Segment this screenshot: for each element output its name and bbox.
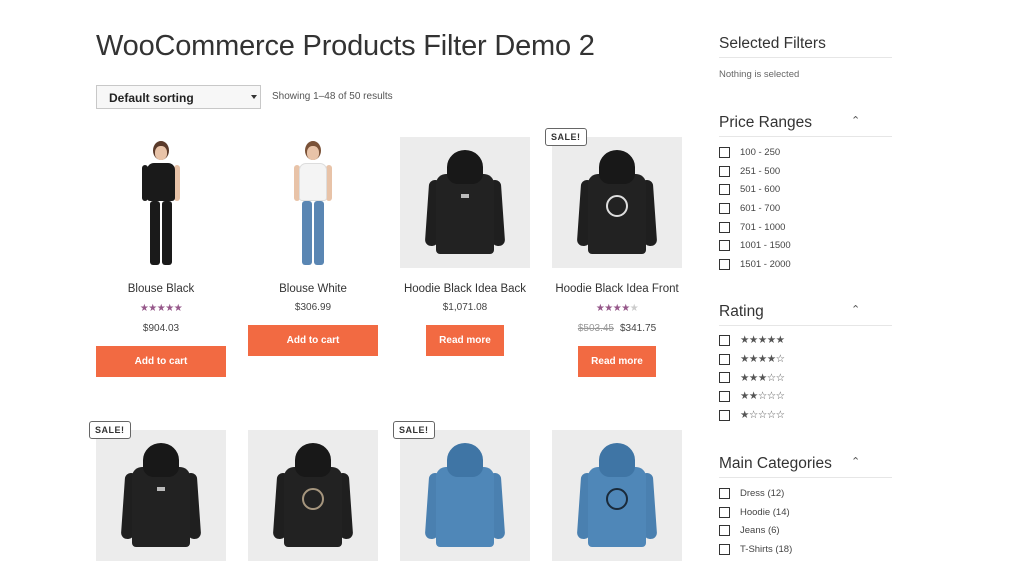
checkbox[interactable] bbox=[719, 353, 730, 365]
star-rating: ★★☆☆☆ bbox=[740, 390, 785, 403]
filter-option[interactable]: 1501 - 2000 bbox=[719, 255, 791, 274]
divider bbox=[719, 477, 892, 478]
model-photo bbox=[293, 141, 333, 268]
checkbox[interactable] bbox=[719, 409, 730, 421]
checkbox[interactable] bbox=[719, 165, 730, 177]
filter-option[interactable]: 100 - 250 bbox=[719, 143, 791, 162]
product-image[interactable] bbox=[552, 137, 682, 268]
old-price: $503.45 bbox=[577, 323, 614, 334]
result-count: Showing 1–48 of 50 results bbox=[272, 91, 393, 102]
product-card: SALE! Hoodie Black Idea Front ★★★★★ $503… bbox=[545, 128, 682, 377]
product-card bbox=[248, 430, 378, 561]
hoodie-photo bbox=[272, 443, 354, 553]
product-card: Blouse White $306.99 Add to cart bbox=[248, 137, 378, 356]
product-card bbox=[552, 430, 682, 561]
filter-option[interactable]: 251 - 500 bbox=[719, 162, 791, 181]
product-title[interactable]: Blouse White bbox=[248, 283, 378, 295]
rating-title: Rating bbox=[719, 303, 764, 320]
product-title[interactable]: Blouse Black bbox=[96, 283, 226, 295]
product-image[interactable] bbox=[400, 430, 530, 561]
caret-down-icon bbox=[251, 95, 257, 99]
hoodie-photo bbox=[424, 443, 506, 553]
checkbox[interactable] bbox=[719, 258, 730, 270]
selected-filters-empty: Nothing is selected bbox=[719, 69, 800, 80]
checkbox[interactable] bbox=[719, 221, 730, 233]
checkbox[interactable] bbox=[719, 390, 730, 402]
add-to-cart-button[interactable]: Add to cart bbox=[96, 346, 226, 377]
product-image[interactable] bbox=[96, 430, 226, 561]
product-price: $503.45 $341.75 bbox=[577, 323, 657, 334]
checkbox[interactable] bbox=[719, 202, 730, 214]
product-price: $306.99 bbox=[294, 302, 332, 313]
filter-option[interactable]: ★★★★★ bbox=[719, 331, 785, 350]
star-rating: ★★★★★ bbox=[595, 303, 639, 314]
filter-option[interactable]: 701 - 1000 bbox=[719, 218, 791, 237]
checkbox[interactable] bbox=[719, 334, 730, 346]
product-price: $1,071.08 bbox=[442, 302, 488, 313]
product-image[interactable] bbox=[248, 137, 378, 268]
checkbox[interactable] bbox=[719, 543, 730, 555]
product-image[interactable] bbox=[96, 137, 226, 268]
checkbox[interactable] bbox=[719, 146, 730, 158]
filter-option[interactable]: 601 - 700 bbox=[719, 199, 791, 218]
hoodie-photo bbox=[424, 150, 506, 260]
read-more-button[interactable]: Read more bbox=[426, 325, 504, 356]
price-ranges-title: Price Ranges bbox=[719, 114, 813, 131]
product-card: Blouse Black ★★★★★ $904.03 Add to cart bbox=[96, 137, 226, 377]
price-range-list: 100 - 250 251 - 500 501 - 600 601 - 700 … bbox=[719, 143, 791, 274]
filter-option[interactable]: ★☆☆☆☆ bbox=[719, 406, 785, 425]
filter-option[interactable]: ★★☆☆☆ bbox=[719, 387, 785, 406]
star-rating: ★★★★★ bbox=[139, 303, 183, 314]
main-categories-title: Main Categories bbox=[719, 455, 832, 472]
filter-option[interactable]: Hoodie (14) bbox=[719, 503, 792, 522]
checkbox[interactable] bbox=[719, 240, 730, 252]
product-card: Hoodie Black Idea Back $1,071.08 Read mo… bbox=[400, 137, 530, 356]
read-more-button[interactable]: Read more bbox=[578, 346, 656, 377]
divider bbox=[719, 325, 892, 326]
star-rating: ★★★★☆ bbox=[740, 353, 785, 366]
filter-option[interactable]: Dress (12) bbox=[719, 484, 792, 503]
checkbox[interactable] bbox=[719, 487, 730, 499]
chevron-up-icon[interactable]: ⌃ bbox=[851, 303, 860, 316]
category-list: Dress (12) Hoodie (14) Jeans (6) T-Shirt… bbox=[719, 484, 792, 559]
sale-badge: SALE! bbox=[393, 421, 435, 439]
checkbox[interactable] bbox=[719, 372, 730, 384]
checkbox[interactable] bbox=[719, 184, 730, 196]
hoodie-photo bbox=[576, 150, 658, 260]
product-price: $904.03 bbox=[142, 323, 180, 334]
product-image[interactable] bbox=[400, 137, 530, 268]
filter-option[interactable]: ★★★★☆ bbox=[719, 350, 785, 369]
star-rating: ★★★☆☆ bbox=[740, 371, 785, 384]
chevron-up-icon[interactable]: ⌃ bbox=[851, 114, 860, 127]
sale-badge: SALE! bbox=[545, 128, 587, 146]
page-title: WooCommerce Products Filter Demo 2 bbox=[96, 30, 595, 62]
product-title[interactable]: Hoodie Black Idea Back bbox=[400, 283, 530, 295]
product-image[interactable] bbox=[552, 430, 682, 561]
product-card: SALE! bbox=[393, 421, 530, 561]
filter-option[interactable]: 501 - 600 bbox=[719, 180, 791, 199]
filter-option[interactable]: ★★★☆☆ bbox=[719, 368, 785, 387]
add-to-cart-button[interactable]: Add to cart bbox=[248, 325, 378, 356]
divider bbox=[719, 136, 892, 137]
sort-select-value: Default sorting bbox=[109, 91, 194, 105]
sale-badge: SALE! bbox=[89, 421, 131, 439]
hoodie-photo bbox=[120, 443, 202, 553]
star-rating: ★☆☆☆☆ bbox=[740, 409, 785, 422]
divider bbox=[719, 57, 892, 58]
rating-list: ★★★★★ ★★★★☆ ★★★☆☆ ★★☆☆☆ ★☆☆☆☆ bbox=[719, 331, 785, 424]
product-card: SALE! bbox=[89, 421, 226, 561]
product-title[interactable]: Hoodie Black Idea Front bbox=[552, 283, 682, 295]
chevron-up-icon[interactable]: ⌃ bbox=[851, 455, 860, 468]
model-photo bbox=[141, 141, 181, 268]
filter-option[interactable]: Jeans (6) bbox=[719, 521, 792, 540]
filter-option[interactable]: 1001 - 1500 bbox=[719, 236, 791, 255]
checkbox[interactable] bbox=[719, 506, 730, 518]
checkbox[interactable] bbox=[719, 525, 730, 537]
selected-filters-title: Selected Filters bbox=[719, 35, 826, 52]
star-rating: ★★★★★ bbox=[740, 334, 785, 347]
product-image[interactable] bbox=[248, 430, 378, 561]
filter-option[interactable]: T-Shirts (18) bbox=[719, 540, 792, 559]
hoodie-photo bbox=[576, 443, 658, 553]
sort-select[interactable]: Default sorting bbox=[96, 85, 261, 109]
